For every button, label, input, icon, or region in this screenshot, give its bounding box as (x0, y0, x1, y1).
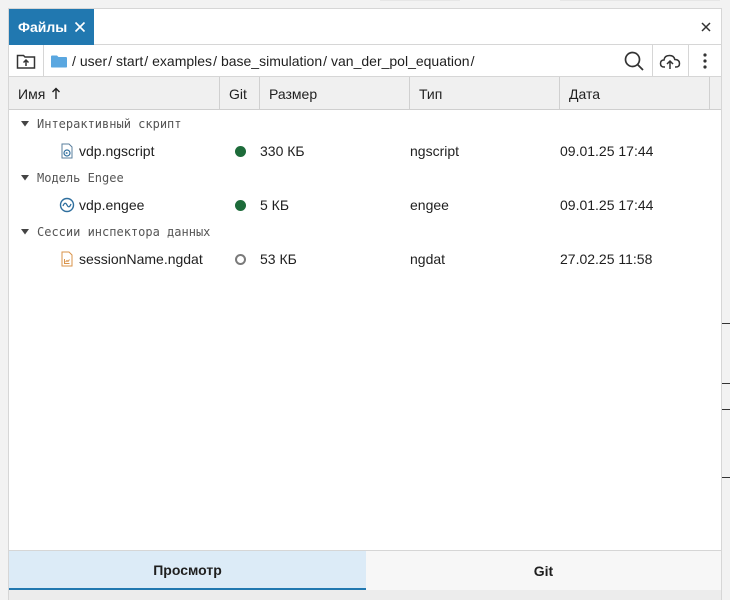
breadcrumb-separator: / (213, 53, 217, 69)
breadcrumb-separator: / (470, 53, 475, 69)
breadcrumb-separator: / (323, 53, 328, 69)
file-date: 27.02.25 11:58 (560, 251, 653, 267)
close-icon[interactable] (71, 18, 89, 36)
toolbar: / user / start / examples / base_simulat… (9, 45, 721, 77)
column-header-label: Git (229, 85, 247, 102)
file-size: 5 КБ (260, 197, 290, 213)
breadcrumb: / user / start / examples / base_simulat… (51, 45, 478, 77)
git-status-committed (235, 190, 246, 220)
breadcrumb-item[interactable]: user (80, 53, 107, 69)
breadcrumb-separator: / (108, 53, 113, 69)
folder-up-button[interactable] (9, 45, 43, 77)
chevron-down-icon (21, 175, 31, 181)
git-status-untracked (235, 244, 246, 274)
tab-files-label: Файлы (18, 19, 68, 35)
cloud-upload-button[interactable] (653, 45, 687, 77)
tab-label: Просмотр (153, 561, 222, 578)
files-panel: Файлы / user / start / examples / base_s… (8, 8, 722, 600)
background-edge (722, 383, 730, 384)
file-name: sessionName.ngdat (79, 251, 203, 267)
column-header-label: Имя (18, 85, 46, 102)
ngdat-file-icon (59, 251, 75, 267)
tab-files[interactable]: Файлы (9, 9, 94, 45)
search-icon (623, 50, 645, 72)
tab-bar: Файлы (9, 9, 721, 45)
background-edge (722, 323, 730, 324)
background-edge (380, 0, 460, 1)
table-header: Имя Git Размер Тип Дата (9, 77, 721, 110)
file-date: 09.01.25 17:44 (560, 197, 654, 213)
table-row[interactable]: vdp.ngscript 330 КБ ngscript 09.01.25 17… (9, 136, 721, 166)
file-date: 09.01.25 17:44 (560, 143, 654, 159)
column-header-label: Дата (569, 85, 601, 102)
file-type: ngdat (410, 251, 446, 267)
tab-git[interactable]: Git (366, 551, 721, 591)
column-header-type[interactable]: Тип (410, 77, 560, 110)
bottom-tab-bar: Просмотр Git (9, 550, 721, 591)
status-strip (9, 590, 721, 600)
cloud-upload-icon (659, 52, 681, 70)
breadcrumb-item[interactable]: base_simulation (221, 53, 322, 69)
breadcrumb-separator: / (144, 53, 149, 69)
breadcrumb-item[interactable]: examples (152, 53, 212, 69)
tab-preview[interactable]: Просмотр (9, 551, 366, 591)
column-header-label: Размер (269, 85, 318, 102)
tab-label: Git (533, 563, 554, 579)
column-header-date[interactable]: Дата (560, 77, 710, 110)
group-label: Модель Engee (37, 171, 124, 185)
column-header-size[interactable]: Размер (260, 77, 410, 110)
column-header-git[interactable]: Git (220, 77, 260, 110)
breadcrumb-item[interactable]: start (116, 53, 143, 69)
chevron-down-icon (21, 121, 31, 127)
more-button[interactable] (689, 45, 721, 77)
close-icon[interactable] (697, 18, 715, 36)
column-header-name[interactable]: Имя (9, 77, 220, 110)
table-row[interactable]: vdp.engee 5 КБ engee 09.01.25 17:44 (9, 190, 721, 220)
breadcrumb-item[interactable]: van_der_pol_equation (331, 53, 470, 69)
search-button[interactable] (617, 45, 651, 77)
group-header[interactable]: Модель Engee (9, 166, 124, 190)
table-row[interactable]: sessionName.ngdat 53 КБ ngdat 27.02.25 1… (9, 244, 721, 274)
column-header-label: Тип (419, 85, 443, 102)
group-label: Сессии инспектора данных (37, 225, 211, 239)
group-header[interactable]: Интерактивный скрипт (9, 112, 182, 136)
file-type: engee (410, 197, 449, 213)
file-size: 53 КБ (260, 251, 297, 267)
file-type: ngscript (410, 143, 460, 159)
ngscript-file-icon (59, 143, 75, 159)
background-edge (722, 409, 730, 410)
more-vertical-icon (703, 53, 707, 69)
engee-model-icon (59, 197, 75, 213)
chevron-down-icon (21, 229, 31, 235)
sort-ascending-icon (51, 87, 61, 100)
git-status-committed (235, 136, 246, 166)
file-name: vdp.engee (79, 197, 145, 213)
file-name: vdp.ngscript (79, 143, 155, 159)
folder-up-icon (16, 52, 36, 70)
group-label: Интерактивный скрипт (37, 117, 182, 131)
background-edge (560, 0, 720, 1)
folder-icon (51, 55, 67, 68)
background-edge (722, 477, 730, 478)
file-size: 330 КБ (260, 143, 305, 159)
group-header[interactable]: Сессии инспектора данных (9, 220, 210, 244)
breadcrumb-separator: / (72, 53, 76, 69)
toolbar-separator (43, 45, 44, 77)
